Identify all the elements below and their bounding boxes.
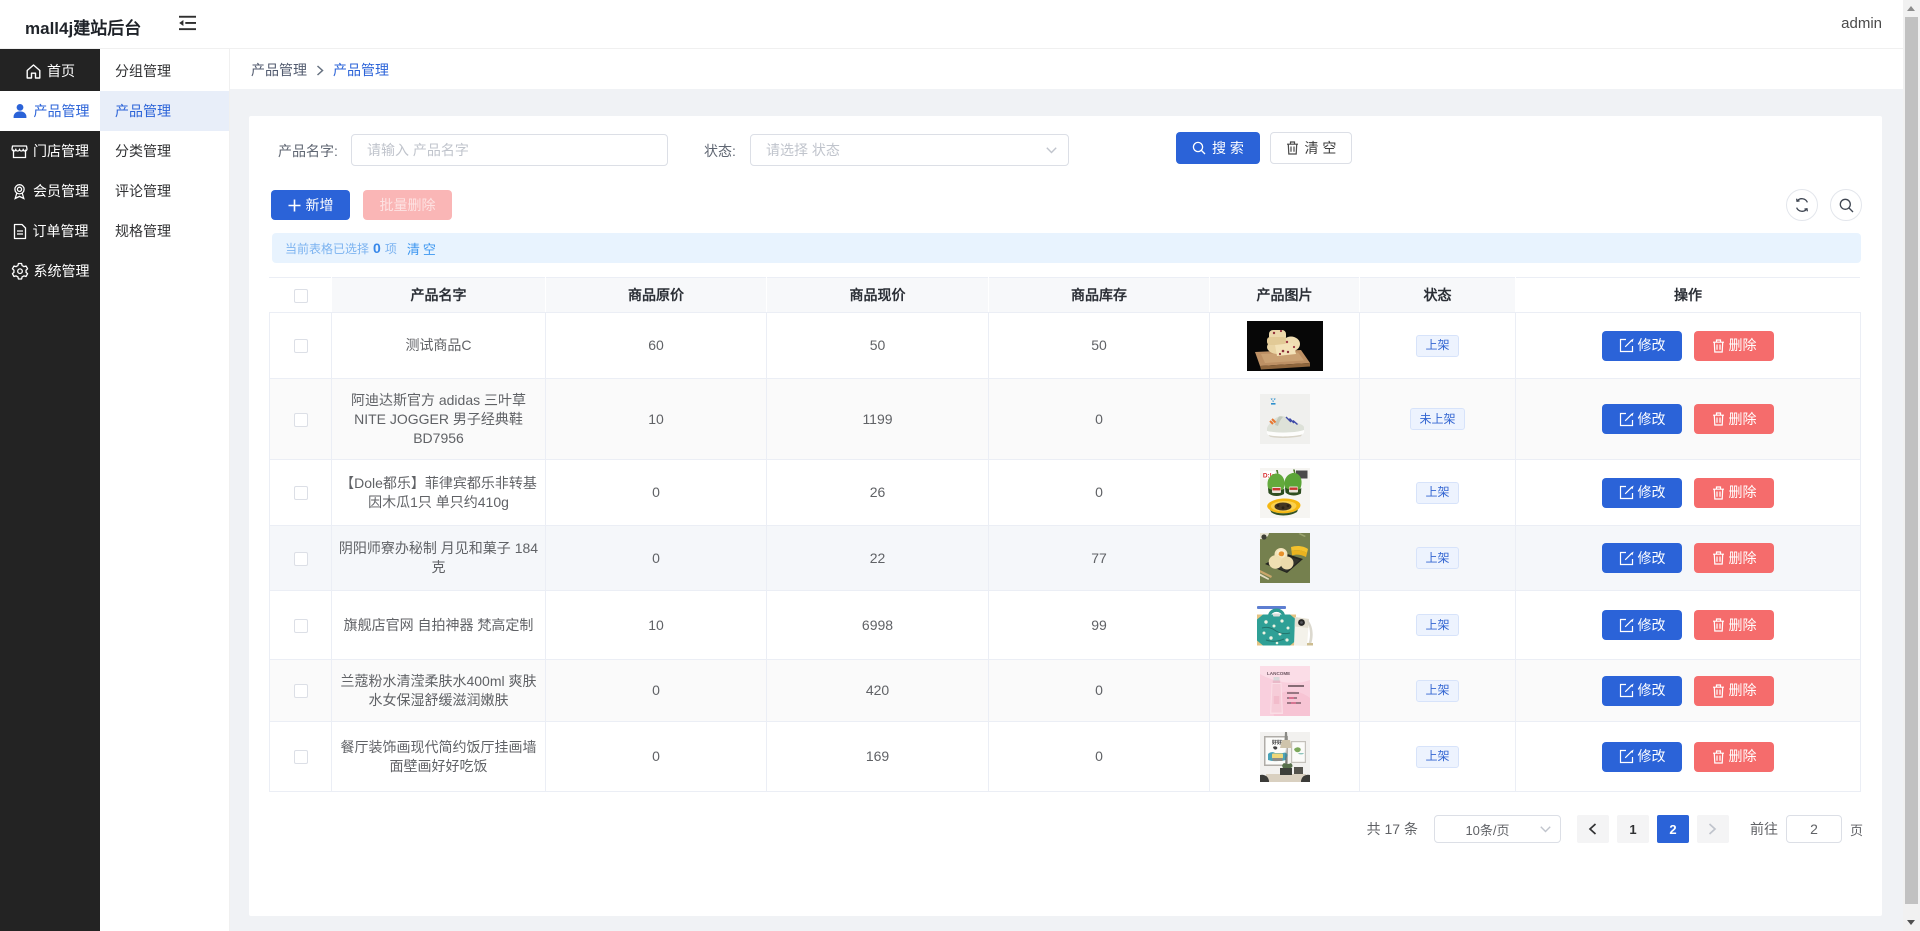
svg-text:好好: 好好 bbox=[1271, 739, 1282, 746]
svg-text:LANCOME: LANCOME bbox=[1267, 671, 1290, 676]
